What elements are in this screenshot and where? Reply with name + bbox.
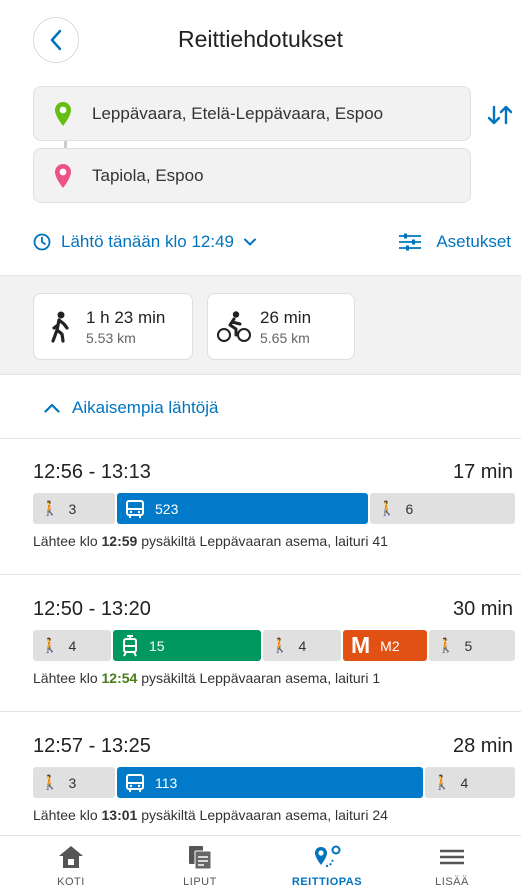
walk-leg: 🚶 4: [33, 630, 111, 661]
nav-journey-planner[interactable]: REITTIOPAS: [272, 844, 382, 888]
bus-icon: [126, 499, 144, 518]
bike-distance: 5.65 km: [260, 329, 310, 346]
clock-icon: [33, 233, 51, 251]
walk-leg: 🚶 6: [370, 493, 515, 524]
earlier-departures-button[interactable]: Aikaisempia lähtöjä: [44, 398, 218, 418]
nav-tickets[interactable]: LIPUT: [145, 844, 255, 888]
travel-modes: 1 h 23 min 5.53 km 26 min 5.65 km: [0, 275, 521, 375]
walk-icon: 🚶: [433, 774, 451, 790]
walk-icon: 🚶: [271, 637, 289, 653]
bus-leg: 113: [117, 767, 423, 798]
walk-leg: 🚶 3: [33, 493, 115, 524]
walk-icon: 🚶: [41, 637, 59, 653]
itinerary-legs: 🚶 3 523 🚶 6: [33, 493, 515, 524]
chevron-down-icon: [243, 238, 256, 246]
settings-label: Asetukset: [436, 232, 511, 251]
itinerary-3[interactable]: 12:57 - 13:25 28 min 🚶 3 113 🚶 4 Lähtee kl…: [0, 713, 521, 849]
departure-time: 12:54: [101, 670, 138, 686]
itinerary-times: 12:56 - 13:13: [33, 461, 151, 483]
bottom-nav: KOTI LIPUT REITTIOPAS LISÄÄ: [0, 835, 521, 894]
map-pin-pink-icon: [34, 163, 92, 189]
settings-button[interactable]: Asetukset: [398, 232, 511, 252]
departure-time: 13:01: [101, 807, 138, 823]
itinerary-duration: 28 min: [452, 735, 513, 757]
walk-leg: 🚶 5: [429, 630, 515, 661]
sliders-icon: [399, 233, 422, 251]
nav-more[interactable]: LISÄÄ: [397, 844, 507, 888]
swap-arrows-icon: [487, 105, 513, 125]
swap-button[interactable]: [487, 104, 515, 128]
menu-icon: [440, 849, 464, 865]
destination-field[interactable]: Tapiola, Espoo: [33, 148, 471, 203]
itinerary-duration: 30 min: [452, 598, 513, 620]
origin-field[interactable]: Leppävaara, Etelä-Leppävaara, Espoo: [33, 86, 471, 141]
walk-icon: 🚶: [41, 500, 59, 516]
walk-duration: 1 h 23 min: [86, 307, 166, 327]
walk-icon: 🚶: [437, 637, 455, 653]
app-screen: Reittiehdotukset Leppävaara, Etelä-Leppä…: [0, 0, 521, 894]
nav-home[interactable]: KOTI: [16, 844, 126, 888]
bus-leg: 523: [117, 493, 368, 524]
origin-text: Leppävaara, Etelä-Leppävaara, Espoo: [92, 103, 384, 123]
walk-leg: 🚶 4: [425, 767, 515, 798]
destination-text: Tapiola, Espoo: [92, 165, 204, 185]
walk-leg: 🚶 3: [33, 767, 115, 798]
walk-icon: 🚶: [41, 774, 59, 790]
departure-time-selector[interactable]: Lähtö tänään klo 12:49: [33, 232, 256, 252]
itinerary-legs: 🚶 4 15 🚶 4 M M2 🚶 5: [33, 630, 515, 661]
tram-leg: 15: [113, 630, 261, 661]
itinerary-times: 12:57 - 13:25: [33, 735, 151, 757]
earlier-departures-label: Aikaisempia lähtöjä: [72, 398, 219, 417]
departure-time-label: Lähtö tänään klo 12:49: [61, 232, 234, 251]
metro-leg: M M2: [343, 630, 427, 661]
header: Reittiehdotukset: [0, 0, 521, 80]
bike-duration: 26 min: [260, 307, 312, 327]
walk-icon: 🚶: [378, 500, 396, 516]
bike-mode-card[interactable]: 26 min 5.65 km: [207, 293, 355, 360]
walk-mode-card[interactable]: 1 h 23 min 5.53 km: [33, 293, 193, 360]
departure-info: Lähtee klo 12:59 pysäkiltä Leppävaaran a…: [33, 533, 388, 549]
walk-icon: [34, 311, 78, 343]
chevron-up-icon: [44, 403, 60, 413]
home-icon: [59, 846, 83, 868]
departure-time: 12:59: [101, 533, 138, 549]
departure-info: Lähtee klo 12:54 pysäkiltä Leppävaaran a…: [33, 670, 381, 686]
itinerary-1[interactable]: 12:56 - 13:13 17 min 🚶 3 523 🚶 6 Lähtee kl…: [0, 439, 521, 575]
metro-icon: M: [351, 632, 371, 658]
map-pin-green-icon: [34, 101, 92, 127]
page-title: Reittiehdotukset: [178, 26, 343, 52]
departure-info: Lähtee klo 13:01 pysäkiltä Leppävaaran a…: [33, 807, 388, 823]
tram-icon: [123, 634, 137, 656]
walk-leg: 🚶 4: [263, 630, 341, 661]
walk-distance: 5.53 km: [86, 329, 136, 346]
time-row: Lähtö tänään klo 12:49 Asetukset: [33, 228, 511, 256]
itinerary-2[interactable]: 12:50 - 13:20 30 min 🚶 4 15 🚶 4 M M2 🚶 5 Lä…: [0, 576, 521, 712]
bus-icon: [126, 773, 144, 792]
itinerary-legs: 🚶 3 113 🚶 4: [33, 767, 515, 798]
ticket-icon: [189, 846, 212, 870]
itinerary-times: 12:50 - 13:20: [33, 598, 151, 620]
route-icon: [315, 845, 341, 867]
itinerary-duration: 17 min: [452, 461, 513, 483]
bike-icon: [208, 310, 252, 343]
